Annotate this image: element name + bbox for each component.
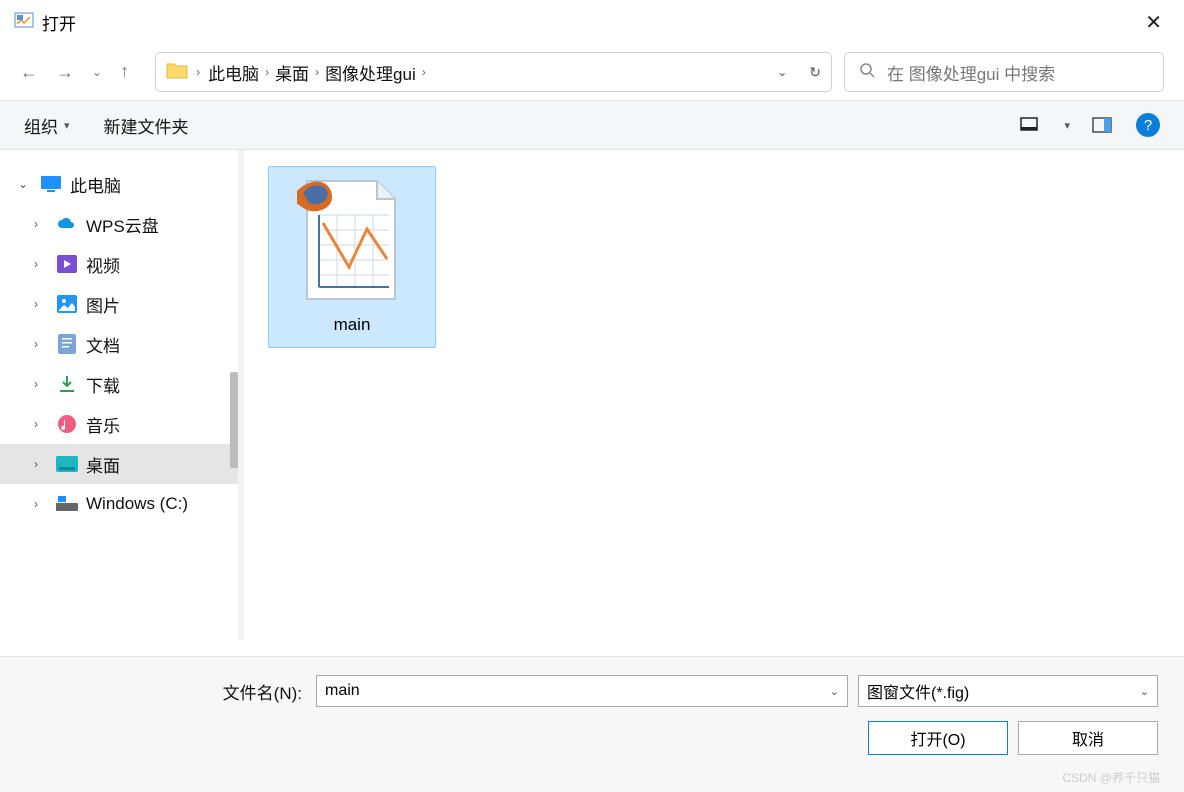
tree-item-label: 音乐 (86, 412, 120, 437)
preview-pane-button[interactable] (1092, 116, 1114, 134)
tree-item-label: WPS云盘 (86, 212, 159, 237)
filter-value: 图窗文件(*.fig) (867, 679, 969, 703)
breadcrumb-segment[interactable]: 此电脑 (208, 60, 259, 85)
chevron-right-icon: › (265, 65, 269, 79)
search-box[interactable]: 在 图像处理gui 中搜索 (844, 52, 1164, 92)
organize-label: 组织 (24, 113, 58, 138)
breadcrumb-segment[interactable]: 图像处理gui (325, 60, 416, 85)
chevron-right-icon[interactable]: › (34, 417, 48, 431)
chevron-right-icon[interactable]: › (34, 217, 48, 231)
chevron-right-icon[interactable]: › (34, 337, 48, 351)
chevron-right-icon[interactable]: › (34, 457, 48, 471)
nav-row: ← → ⌄ ↑ › 此电脑 › 桌面 › 图像处理gui › ⌄ ↻ 在 图像处… (0, 44, 1184, 100)
chevron-down-icon: ▾ (64, 119, 70, 132)
files-pane[interactable]: main (238, 150, 1184, 640)
tree-item-label: 桌面 (86, 452, 120, 477)
search-placeholder: 在 图像处理gui 中搜索 (887, 60, 1055, 85)
window-title: 打开 (42, 10, 76, 35)
video-icon (56, 253, 78, 275)
tree-item-desktop[interactable]: › 桌面 (0, 444, 238, 484)
document-icon (56, 333, 78, 355)
dropdown-icon[interactable]: ⌄ (777, 65, 787, 79)
forward-button[interactable]: → (56, 62, 74, 83)
new-folder-button[interactable]: 新建文件夹 (104, 113, 189, 138)
drive-icon (56, 493, 78, 515)
file-type-filter[interactable]: 图窗文件(*.fig) ⌄ (858, 675, 1158, 707)
title-bar: 打开 ✕ (0, 0, 1184, 44)
tree-item-label: Windows (C:) (86, 494, 188, 514)
monitor-icon (40, 173, 62, 195)
music-icon (56, 413, 78, 435)
recent-dropdown-icon[interactable]: ⌄ (92, 65, 102, 79)
organize-button[interactable]: 组织 ▾ (24, 113, 70, 138)
scrollbar-thumb[interactable] (230, 372, 238, 468)
chevron-right-icon: › (315, 65, 319, 79)
up-button[interactable]: ↑ (120, 61, 129, 82)
tree-item-pictures[interactable]: › 图片 (0, 284, 238, 324)
picture-icon (56, 293, 78, 315)
tree-root-label: 此电脑 (70, 172, 121, 197)
filename-value: main (325, 682, 360, 700)
chevron-right-icon[interactable]: › (34, 497, 48, 511)
cloud-icon (56, 213, 78, 235)
view-mode-button[interactable] (1020, 116, 1042, 134)
breadcrumb-segment[interactable]: 桌面 (275, 60, 309, 85)
watermark: CSDN @养千只猫 (1062, 769, 1160, 786)
address-bar[interactable]: › 此电脑 › 桌面 › 图像处理gui › ⌄ ↻ (155, 52, 832, 92)
nav-arrows: ← → ⌄ ↑ (20, 62, 129, 83)
chevron-down-icon[interactable]: ⌄ (1140, 685, 1149, 698)
tree-item-documents[interactable]: › 文档 (0, 324, 238, 364)
chevron-right-icon: › (422, 65, 426, 79)
tree-root-this-pc[interactable]: ⌄ 此电脑 (0, 164, 238, 204)
tree-item-label: 下载 (86, 372, 120, 397)
tree-item-drive-c[interactable]: › Windows (C:) (0, 484, 238, 524)
chevron-right-icon[interactable]: › (34, 377, 48, 391)
filename-label: 文件名(N): (26, 679, 306, 704)
tree-item-wps[interactable]: › WPS云盘 (0, 204, 238, 244)
toolbar: 组织 ▾ 新建文件夹 ▾ ? (0, 100, 1184, 150)
file-item-main[interactable]: main (268, 166, 436, 348)
close-button[interactable]: ✕ (1137, 6, 1170, 39)
chevron-right-icon[interactable]: › (34, 257, 48, 271)
open-button-label: 打开(O) (910, 726, 965, 750)
new-folder-label: 新建文件夹 (104, 113, 189, 138)
refresh-icon[interactable]: ↻ (809, 64, 821, 81)
cancel-button-label: 取消 (1072, 726, 1104, 750)
folder-icon (166, 61, 188, 84)
tree-item-videos[interactable]: › 视频 (0, 244, 238, 284)
tree-item-label: 文档 (86, 332, 120, 357)
chevron-right-icon[interactable]: › (34, 297, 48, 311)
fig-file-icon (297, 175, 407, 305)
app-icon (14, 10, 34, 35)
chevron-right-icon: › (196, 65, 200, 79)
help-button[interactable]: ? (1136, 113, 1160, 137)
tree-item-label: 视频 (86, 252, 120, 277)
footer: 文件名(N): main ⌄ 图窗文件(*.fig) ⌄ 打开(O) 取消 (0, 656, 1184, 792)
open-button[interactable]: 打开(O) (868, 721, 1008, 755)
tree-item-label: 图片 (86, 292, 120, 317)
filename-input[interactable]: main ⌄ (316, 675, 848, 707)
tree-item-music[interactable]: › 音乐 (0, 404, 238, 444)
back-button[interactable]: ← (20, 62, 38, 83)
content-area: ⌄ 此电脑 › WPS云盘 › 视频 › 图片 › 文档 › 下载 (0, 150, 1184, 640)
view-dropdown-icon[interactable]: ▾ (1064, 119, 1070, 132)
tree-item-downloads[interactable]: › 下载 (0, 364, 238, 404)
file-name: main (277, 315, 427, 335)
chevron-down-icon[interactable]: ⌄ (18, 177, 32, 191)
cancel-button[interactable]: 取消 (1018, 721, 1158, 755)
download-icon (56, 373, 78, 395)
sidebar: ⌄ 此电脑 › WPS云盘 › 视频 › 图片 › 文档 › 下载 (0, 150, 238, 640)
chevron-down-icon[interactable]: ⌄ (830, 685, 839, 698)
search-icon (859, 62, 875, 83)
desktop-icon (56, 453, 78, 475)
